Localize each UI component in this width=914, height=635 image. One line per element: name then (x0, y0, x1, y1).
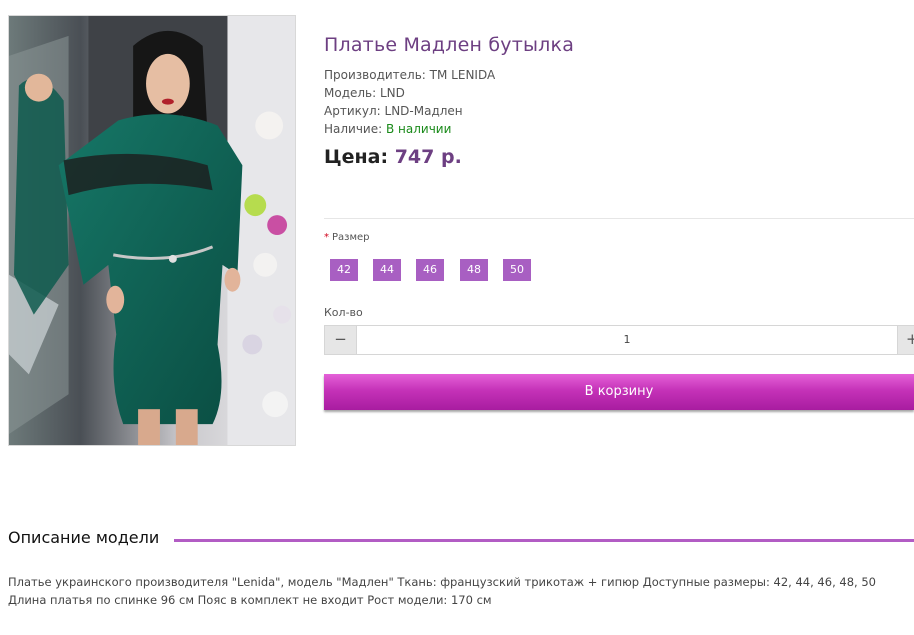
manufacturer-row: Производитель: TM LENIDA (324, 68, 495, 82)
product-image[interactable] (8, 15, 296, 446)
quantity-input[interactable]: 1 (357, 326, 897, 354)
quantity-plus-button[interactable]: + (897, 326, 914, 354)
manufacturer-value: TM LENIDA (429, 68, 496, 82)
price-row: Цена: 747 р. (324, 146, 462, 168)
quantity-minus-button[interactable]: − (325, 326, 357, 354)
description-heading: Описание модели (8, 528, 168, 547)
add-to-cart-button[interactable]: В корзину (324, 374, 914, 410)
size-option-50[interactable]: 50 (503, 259, 531, 281)
sku-value: LND-Мадлен (384, 104, 463, 118)
price-label: Цена: (324, 146, 389, 168)
model-row: Модель: LND (324, 86, 405, 100)
size-option-42[interactable]: 42 (330, 259, 358, 281)
availability-row: Наличие: В наличии (324, 122, 451, 136)
size-option-44[interactable]: 44 (373, 259, 401, 281)
size-option-46[interactable]: 46 (416, 259, 444, 281)
size-option-48[interactable]: 48 (460, 259, 488, 281)
quantity-stepper: − 1 + (324, 325, 914, 355)
manufacturer-label: Производитель: (324, 68, 426, 82)
availability-label: Наличие: (324, 122, 383, 136)
required-mark: * (324, 232, 329, 243)
size-label: Размер (332, 232, 370, 243)
model-label: Модель: (324, 86, 377, 100)
description-text: Платье украинского производителя "Lenida… (8, 575, 876, 607)
model-value: LND (380, 86, 405, 100)
product-title: Платье Мадлен бутылка (324, 34, 575, 56)
divider (324, 218, 914, 219)
price-value: 747 р. (394, 146, 462, 168)
section-divider-line (174, 539, 914, 542)
sku-label: Артикул: (324, 104, 381, 118)
product-photo (9, 16, 295, 445)
size-label-row: * Размер (324, 232, 370, 243)
quantity-label: Кол-во (324, 306, 363, 319)
sku-row: Артикул: LND-Мадлен (324, 104, 463, 118)
availability-value: В наличии (386, 122, 452, 136)
